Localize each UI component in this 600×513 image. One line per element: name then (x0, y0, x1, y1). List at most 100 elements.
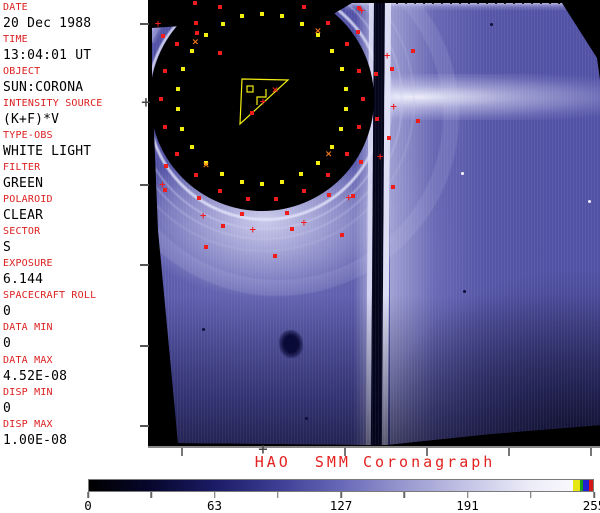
frame-tick-left (140, 184, 149, 186)
fiducial-red-ring-1 (356, 68, 361, 73)
colorbar-tick (277, 492, 279, 498)
metadata-field: EXPOSURE 6.144 (3, 258, 148, 290)
fiducial-red-ring-3-square (162, 187, 167, 192)
fiducial-red-ring-2 (355, 29, 360, 34)
colorbar-tick-label: 255 (582, 498, 600, 513)
fiducial-diagonal-x: × (191, 37, 200, 48)
fiducial-red-ring-2 (197, 195, 202, 200)
fiducial-red-ring-outer (340, 233, 345, 238)
coronagraph-viewer-window: { "window": { "background": "#ffffff" },… (0, 0, 600, 513)
colorbar-tick (530, 492, 532, 498)
frame-tick-left (140, 264, 149, 266)
fiducial-red-ring-2 (285, 211, 290, 216)
fiducial-inner-yellow (344, 107, 349, 112)
fiducial-red-ring-2 (161, 34, 166, 39)
colorbar-tick-label: 63 (206, 498, 223, 513)
fiducial-inner-yellow (220, 172, 225, 177)
field-label: INTENSITY SOURCE (3, 98, 103, 110)
coronagraph-image: × × × × + + + + + + + + + + + × (150, 0, 600, 447)
field-label: POLAROID (3, 194, 53, 206)
fiducial-inner-yellow (280, 179, 285, 184)
field-label: SECTOR (3, 226, 41, 238)
metadata-field: DISP MIN 0 (3, 387, 148, 419)
fiducial-red-ring-1 (356, 125, 361, 130)
fiducial-inner-yellow (175, 86, 180, 91)
field-value: 0 (3, 304, 12, 320)
colorbar-saturation-stripe (573, 480, 580, 491)
fiducial-red-ring-3-cross: + (376, 152, 384, 163)
metadata-field: SPACECRAFT ROLL 0 (3, 290, 148, 322)
frame-tick-left (140, 425, 149, 427)
field-value: 0 (3, 336, 12, 352)
fiducial-inner-yellow (239, 14, 244, 19)
fiducial-inner-yellow (339, 127, 344, 132)
metadata-field: FILTER GREEN (3, 162, 148, 194)
fiducial-red-ring-1 (274, 196, 279, 201)
fiducial-square-marker (218, 51, 222, 55)
metadata-field: INTENSITY SOURCE (K+F)*V (3, 98, 148, 130)
fiducial-red-ring-outer (410, 48, 415, 53)
fiducial-inner-yellow (175, 107, 180, 112)
field-label: EXPOSURE (3, 258, 53, 270)
field-value: CLEAR (3, 208, 44, 224)
field-label: DATE (3, 2, 28, 13)
field-value: GREEN (3, 176, 44, 192)
field-value: 1.00E-08 (3, 432, 68, 448)
field-label: DATA MAX (3, 354, 53, 366)
fiducial-red-ring-1 (344, 151, 349, 156)
metadata-field: DATA MAX 4.52E-08 (3, 355, 148, 387)
field-value: 20 Dec 1988 (3, 16, 92, 31)
colorbar-tick (150, 492, 152, 498)
metadata-field: TYPE-OBS WHITE LIGHT (3, 130, 148, 162)
fiducial-red-ring-outer (273, 254, 278, 259)
fiducial-red-ring-1 (159, 97, 163, 101)
fiducial-red-ring-3-cross: + (383, 51, 391, 62)
fiducial-inner-yellow (189, 145, 194, 150)
intensity-colorbar (88, 479, 594, 492)
fiducial-red-ring-outer (391, 184, 396, 189)
colorbar-saturation-stripe (589, 480, 593, 491)
fiducial-diagonal-x: × (324, 149, 333, 160)
fiducial-red-ring-3-square (221, 224, 226, 229)
fiducial-red-ring-1 (193, 20, 198, 25)
fiducial-polygon (239, 78, 290, 126)
fiducial-red-ring-3-cross: + (300, 218, 308, 229)
field-value: (K+F)*V (3, 112, 60, 128)
field-value: WHITE LIGHT (3, 144, 92, 160)
fiducial-red-ring-1 (193, 173, 198, 178)
fiducial-red-ring-1 (175, 151, 180, 156)
colorbar-tick-label: 191 (456, 498, 479, 513)
fiducial-diagonal-x: × (202, 160, 210, 171)
fiducial-inner-yellow (299, 172, 304, 177)
fiducial-inner-yellow (339, 66, 344, 71)
fiducial-red-ring-2 (375, 117, 380, 122)
metadata-field: POLAROID CLEAR (3, 194, 148, 226)
fiducial-red-ring-1 (344, 42, 349, 47)
metadata-panel: DATE 20 Dec 1988 TIME 13:04:01 UT OBJECT… (0, 0, 148, 455)
fiducial-red-ring-2 (164, 164, 169, 169)
fiducial-red-ring-1 (326, 173, 331, 178)
fiducial-x-marker: × (271, 85, 279, 96)
fiducial-square (246, 85, 254, 93)
fiducial-inner-yellow (203, 33, 208, 38)
fiducial-red-ring-3-cross: + (199, 211, 207, 222)
field-label: DATA MIN (3, 322, 53, 334)
fiducial-inner-yellow (180, 66, 185, 71)
field-label: FILTER (3, 162, 41, 174)
fiducial-inner-yellow (260, 12, 265, 16)
fiducial-red-ring-3-cross: + (249, 225, 257, 236)
fiducial-red-ring-1 (163, 125, 168, 130)
fiducial-inner-yellow (190, 48, 195, 53)
fiducial-red-ring-3-cross: + (389, 102, 398, 113)
colorbar-tick-label: 0 (84, 498, 92, 513)
fiducial-red-ring-1 (218, 5, 223, 10)
metadata-field: SECTOR S (3, 226, 148, 258)
frame-tick-left (140, 23, 149, 25)
fiducial-red-ring-3-square (389, 67, 394, 72)
fiducial-square-marker (195, 31, 199, 35)
fiducial-red-ring-1 (218, 188, 223, 193)
colorbar-tick-label: 127 (329, 498, 353, 513)
metadata-field: OBJECT SUN:CORONA (3, 66, 148, 98)
field-value: 4.52E-08 (3, 368, 68, 384)
metadata-field: DISP MAX 1.00E-08 (3, 419, 148, 451)
